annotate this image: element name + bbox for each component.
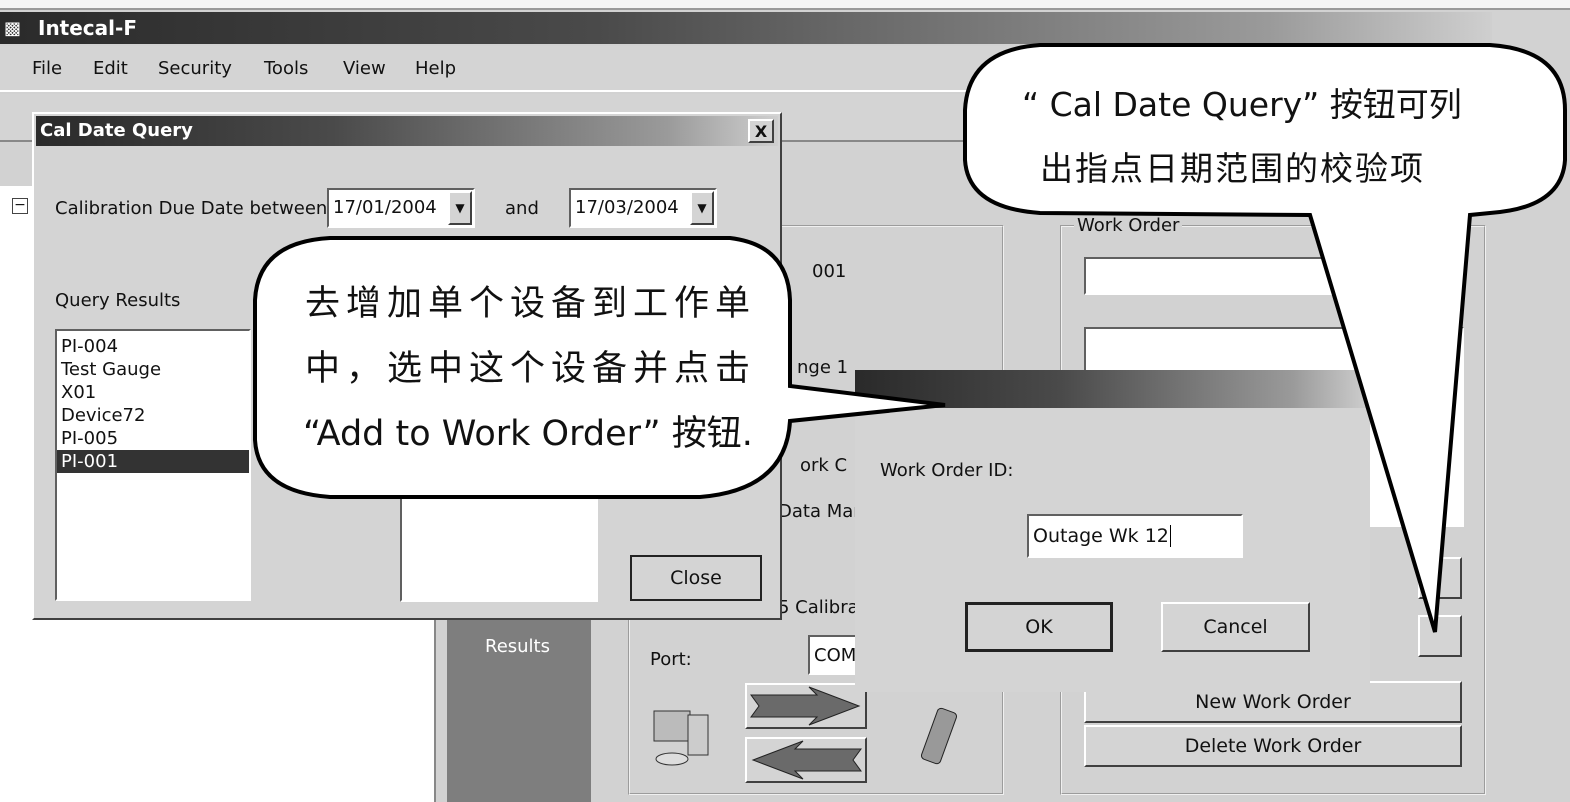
delete-work-order-button[interactable]: Delete Work Order [1084, 725, 1462, 767]
app-icon: ▩ [4, 18, 22, 39]
menu-edit[interactable]: Edit [93, 58, 128, 79]
side-button-1[interactable] [1418, 557, 1462, 599]
app-titlebar: ▩ Intecal-F [0, 12, 1492, 44]
dialog-title: Cal Date Query [40, 120, 193, 141]
work-order-id-input[interactable]: Outage Wk 12 [1027, 514, 1243, 558]
due-date-label: Calibration Due Date between [55, 198, 328, 219]
work-order-id-label: Work Order ID: [880, 460, 1014, 481]
callout-left-line3: “Add to Work Order” 按钮. [303, 414, 753, 454]
list-item[interactable]: Test Gauge [57, 358, 249, 381]
work-order-group-label: Work Order [1074, 215, 1183, 236]
send-button[interactable] [745, 683, 867, 729]
wo-dialog-titlebar [855, 370, 1370, 408]
cancel-button[interactable]: Cancel [1161, 602, 1310, 652]
menu-security[interactable]: Security [158, 58, 232, 79]
port-label: Port: [650, 649, 692, 670]
callout-left-line2: 中，选中这个设备并点击 [305, 349, 757, 389]
to-date-combo[interactable]: 17/03/2004 ▼ [569, 188, 717, 228]
callout-right-line1: “ Cal Date Query” 按钮可列 [1022, 85, 1462, 124]
list-item[interactable]: PI-004 [57, 335, 249, 358]
calibrator-device-icon [920, 707, 958, 765]
menu-help[interactable]: Help [415, 58, 456, 79]
calibration-fragment: 5 Calibra [778, 597, 859, 618]
range-fragment: nge 1 [797, 357, 849, 378]
query-results-list[interactable]: PI-004 Test Gauge X01 Device72 PI-005 PI… [55, 329, 251, 601]
side-button-2[interactable] [1418, 615, 1462, 657]
device-id-fragment: 001 [812, 261, 847, 282]
close-button[interactable]: Close [630, 555, 762, 601]
work-order-id-dialog: Work Order ID: Outage Wk 12 OK Cancel [855, 370, 1370, 692]
app-title: Intecal-F [38, 16, 137, 40]
query-results-label: Query Results [55, 290, 181, 311]
work-order-items-list[interactable] [400, 454, 598, 602]
results-tab-label: Results [485, 636, 550, 657]
list-item-selected[interactable]: PI-001 [57, 450, 249, 473]
callout-right-line2: 出指点日期范围的校验项 [1040, 149, 1425, 188]
results-tab[interactable]: Results [447, 590, 591, 802]
callout-left-line1: 去增加单个设备到工作单 [305, 284, 757, 324]
from-date-combo[interactable]: 17/01/2004 ▼ [327, 188, 475, 228]
receive-button[interactable] [745, 737, 867, 783]
computer-icon [653, 710, 709, 766]
list-item[interactable]: PI-005 [57, 427, 249, 450]
list-item[interactable]: X01 [57, 381, 249, 404]
data-fragment: Data Mar [778, 501, 861, 522]
work-order-fragment: ork C [800, 455, 848, 476]
dialog-titlebar: Cal Date Query X [36, 116, 778, 146]
list-item[interactable]: Device72 [57, 404, 249, 427]
arrow-left-icon [751, 740, 862, 780]
top-strip [0, 0, 1570, 10]
close-icon[interactable]: X [748, 119, 774, 143]
chevron-down-icon[interactable]: ▼ [448, 191, 472, 225]
chevron-down-icon[interactable]: ▼ [690, 191, 714, 225]
menu-view[interactable]: View [343, 58, 386, 79]
menu-file[interactable]: File [32, 58, 62, 79]
arrow-right-icon [750, 686, 861, 726]
ok-button[interactable]: OK [965, 602, 1113, 652]
menu-tools[interactable]: Tools [264, 58, 308, 79]
and-label: and [505, 198, 539, 219]
collapse-icon[interactable]: − [12, 198, 28, 214]
work-order-field[interactable] [1084, 257, 1344, 295]
